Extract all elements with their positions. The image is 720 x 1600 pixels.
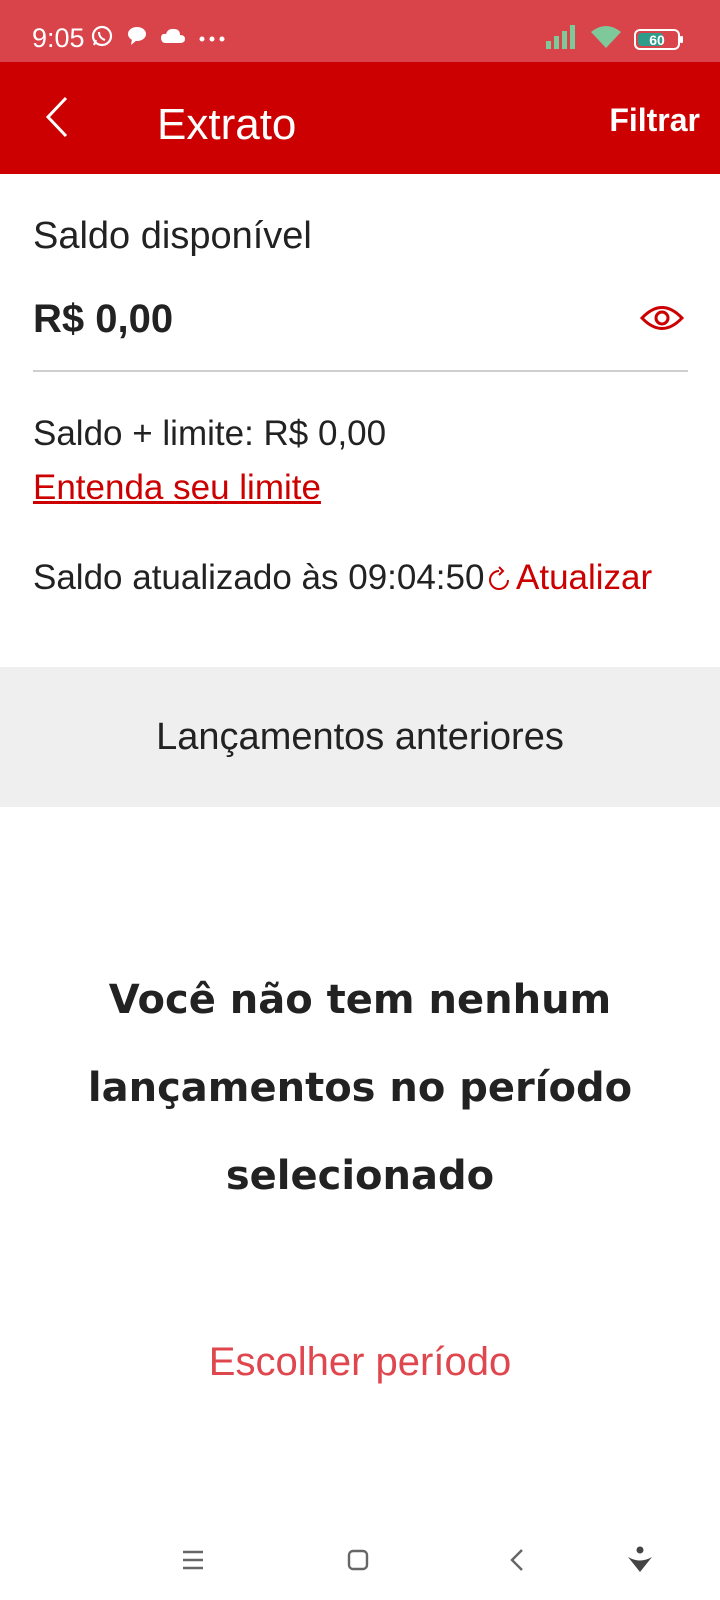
home-square-icon[interactable] bbox=[340, 1542, 376, 1578]
status-right-icons: 60 bbox=[546, 24, 683, 55]
whatsapp-icon bbox=[90, 24, 114, 53]
balance-value: R$ 0,00 bbox=[33, 297, 174, 341]
refresh-button[interactable]: Atualizar bbox=[484, 558, 652, 598]
chevron-left-icon bbox=[45, 96, 68, 138]
battery-icon: 60 bbox=[634, 29, 683, 50]
page-title: Extrato bbox=[157, 100, 297, 149]
balance-label: Saldo disponível bbox=[33, 215, 312, 257]
previous-entries-header: Lançamentos anteriores bbox=[0, 667, 720, 807]
section-title: Lançamentos anteriores bbox=[156, 715, 564, 758]
balance-updated-text: Saldo atualizado às 09:04:50 bbox=[33, 558, 485, 597]
back-button[interactable] bbox=[40, 92, 80, 142]
message-icon bbox=[126, 25, 148, 52]
menu-icon[interactable] bbox=[175, 1542, 211, 1578]
refresh-icon bbox=[489, 566, 509, 590]
battery-level: 60 bbox=[649, 31, 665, 48]
system-nav-bar bbox=[0, 1520, 720, 1600]
balance-plus-limit: Saldo + limite: R$ 0,00 bbox=[33, 414, 387, 453]
status-time: 9:05 bbox=[32, 23, 85, 53]
status-bar: 9:05 60 bbox=[0, 0, 720, 62]
empty-state-message: Você não tem nenhum lançamentos no perío… bbox=[87, 977, 633, 1199]
eye-icon bbox=[639, 306, 685, 330]
back-icon[interactable] bbox=[500, 1542, 536, 1578]
signal-icon bbox=[546, 25, 578, 54]
status-left-icons bbox=[90, 24, 226, 53]
assistant-icon[interactable] bbox=[622, 1542, 658, 1578]
cloud-icon bbox=[160, 26, 186, 51]
filter-button[interactable]: Filtrar bbox=[609, 102, 700, 139]
app-bar: Extrato Filtrar bbox=[0, 62, 720, 174]
toggle-visibility-button[interactable] bbox=[639, 303, 685, 333]
more-dots-icon bbox=[198, 30, 226, 48]
understand-limit-link[interactable]: Entenda seu limite bbox=[33, 468, 321, 508]
wifi-icon bbox=[590, 24, 622, 55]
divider bbox=[33, 370, 688, 372]
choose-period-button[interactable]: Escolher período bbox=[0, 1340, 720, 1385]
refresh-label: Atualizar bbox=[516, 558, 653, 597]
